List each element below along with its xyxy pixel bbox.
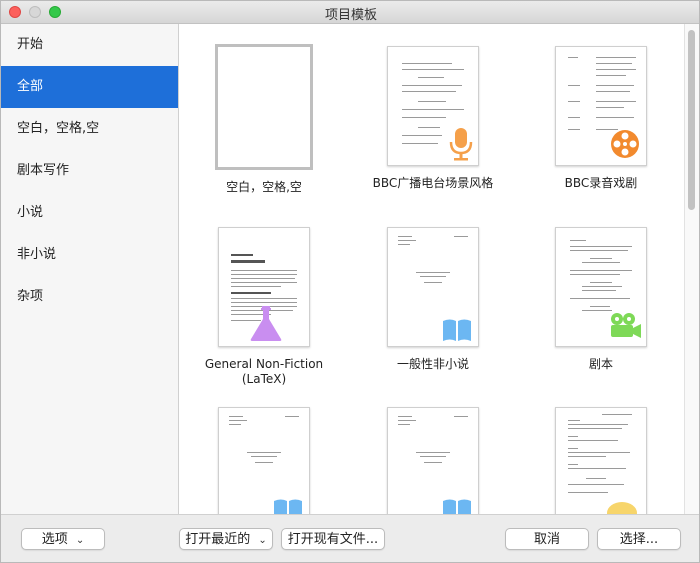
yellow-blob-icon [607, 502, 637, 514]
open-recent-dropdown[interactable]: 打开最近的 ⌄ [179, 528, 273, 550]
options-label: 选项 [41, 532, 68, 547]
choose-button[interactable]: 选择... [597, 528, 681, 550]
template-label: 剧本 [588, 357, 613, 371]
film-reel-icon [611, 130, 639, 158]
template-tile-bbc-radio[interactable]: BBC广播电台场景风格 [363, 46, 503, 191]
sidebar-item-non-fiction[interactable]: 非小说 [1, 234, 178, 276]
template-tile-row3-2[interactable] [363, 407, 503, 514]
template-thumbnail [215, 44, 313, 170]
template-tile-screenplay[interactable]: 剧本 [531, 227, 671, 372]
template-tile-row3-1[interactable] [194, 407, 334, 514]
template-tile-bbc-drama[interactable]: BBC录音戏剧 [531, 46, 671, 191]
template-tile-blank[interactable]: 空白，空格,空 [194, 44, 334, 195]
template-thumbnail [387, 46, 479, 166]
template-thumbnail [387, 407, 479, 514]
flask-icon [250, 306, 282, 341]
template-tile-row3-3[interactable] [531, 407, 671, 514]
template-thumbnail [218, 227, 310, 347]
sidebar-item-scriptwriting[interactable]: 剧本写作 [1, 150, 178, 192]
bottom-toolbar: 选项 ⌄ 打开最近的 ⌄ 打开现有文件... 取消 选择... [1, 514, 699, 562]
book-icon [443, 499, 471, 514]
movie-camera-icon [611, 313, 641, 338]
template-thumbnail [555, 407, 647, 514]
vertical-scrollbar[interactable] [684, 24, 699, 514]
category-sidebar: 开始 全部 空白，空格,空 剧本写作 小说 非小说 杂项 [1, 24, 179, 514]
open-recent-label: 打开最近的 [185, 532, 251, 547]
title-bar: 项目模板 [1, 1, 699, 24]
sidebar-item-blank[interactable]: 空白，空格,空 [1, 108, 178, 150]
cancel-button[interactable]: 取消 [505, 528, 589, 550]
template-label: 一般性非小说 [396, 357, 469, 371]
chevron-down-icon: ⌄ [75, 535, 85, 546]
book-icon [443, 319, 471, 341]
template-tile-nonfiction-latex[interactable]: General Non-Fiction (LaTeX) [194, 227, 334, 387]
sidebar-item-misc[interactable]: 杂项 [1, 276, 178, 318]
template-label: General Non-Fiction (LaTeX) [204, 357, 324, 386]
microphone-icon [449, 128, 473, 161]
project-templates-window: 项目模板 开始 全部 空白，空格,空 剧本写作 小说 非小说 杂项 空白，空格,… [0, 0, 700, 563]
sidebar-item-start[interactable]: 开始 [1, 24, 178, 66]
template-thumbnail [218, 407, 310, 514]
template-label: BBC广播电台场景风格 [372, 176, 494, 190]
sidebar-item-fiction[interactable]: 小说 [1, 192, 178, 234]
chevron-down-icon: ⌄ [258, 535, 267, 546]
template-thumbnail [555, 46, 647, 166]
template-grid: 空白，空格,空 BBC广播电台场景风格 BBC录音戏剧 General Non-… [179, 24, 687, 514]
template-thumbnail [387, 227, 479, 347]
book-icon [274, 499, 302, 514]
scrollbar-thumb[interactable] [688, 30, 695, 210]
window-title: 项目模板 [324, 8, 377, 23]
sidebar-item-all[interactable]: 全部 [1, 66, 178, 108]
options-dropdown[interactable]: 选项 ⌄ [21, 528, 105, 550]
template-label: BBC录音戏剧 [564, 176, 638, 190]
template-thumbnail [555, 227, 647, 347]
template-label: 空白，空格,空 [226, 180, 302, 194]
open-existing-file-button[interactable]: 打开现有文件... [281, 528, 385, 550]
template-tile-general-nonfiction[interactable]: 一般性非小说 [363, 227, 503, 372]
